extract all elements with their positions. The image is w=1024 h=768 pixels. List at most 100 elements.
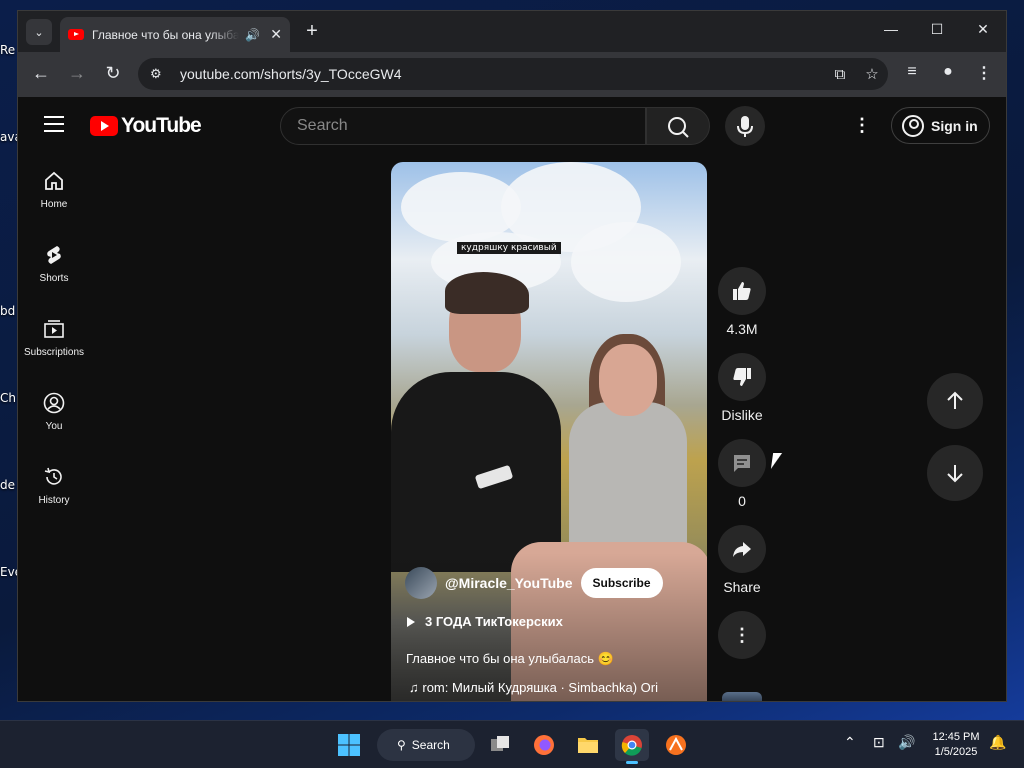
shorts-icon bbox=[47, 246, 61, 264]
youtube-logo-text: YouTube bbox=[121, 114, 202, 137]
app-taskbar-button[interactable] bbox=[659, 729, 693, 761]
taskbar-search[interactable]: ⚲ Search bbox=[377, 729, 475, 761]
install-app-icon[interactable]: ⧉ bbox=[824, 66, 856, 83]
playlist-link[interactable]: 3 ГОДА ТикТокерских bbox=[407, 614, 563, 629]
guide-item-shorts[interactable]: Shorts bbox=[18, 229, 90, 303]
firefox-taskbar-button[interactable] bbox=[527, 729, 561, 761]
file-explorer-taskbar-button[interactable] bbox=[571, 729, 605, 761]
next-short-button[interactable] bbox=[927, 445, 983, 501]
dislike-action: Dislike bbox=[717, 353, 767, 423]
playlist-name: 3 ГОДА ТикТокерских bbox=[425, 614, 563, 629]
you-icon bbox=[43, 392, 65, 414]
guide-label: History bbox=[38, 495, 70, 506]
share-action: Share bbox=[717, 525, 767, 595]
guide-label: Shorts bbox=[39, 273, 69, 284]
microphone-icon bbox=[737, 116, 753, 137]
share-label: Share bbox=[723, 579, 761, 595]
previous-short-button[interactable] bbox=[927, 373, 983, 429]
history-icon bbox=[44, 467, 62, 485]
desktop-icon-label[interactable]: Re bbox=[0, 43, 15, 57]
video-title[interactable]: Главное что бы она улыбалась 😊 bbox=[406, 651, 614, 667]
desktop-icon-label[interactable]: de bbox=[0, 478, 15, 492]
search-input[interactable]: Search bbox=[280, 107, 646, 145]
more-options-button[interactable]: ⋮ bbox=[718, 611, 766, 659]
task-view-button[interactable] bbox=[483, 729, 517, 761]
guide-item-subscriptions[interactable]: Subscriptions bbox=[18, 303, 90, 377]
youtube-page: YouTube Search ⋮ Sign in Home Shorts Sub… bbox=[18, 97, 1006, 701]
home-icon bbox=[45, 171, 63, 190]
reload-button[interactable]: ↻ bbox=[101, 63, 125, 84]
shorts-video-player[interactable]: кудряшку красивый @Miracle_YouTube Subsc… bbox=[391, 162, 707, 701]
minimize-button[interactable]: — bbox=[871, 21, 911, 37]
maximize-button[interactable]: ☐ bbox=[917, 21, 957, 38]
guide-label: You bbox=[45, 421, 63, 432]
desktop-icon-label[interactable]: Ch bbox=[0, 391, 16, 405]
guide-label: Home bbox=[40, 199, 68, 210]
windows-logo-icon bbox=[338, 734, 360, 756]
more-action: ⋮ bbox=[717, 611, 767, 659]
new-tab-button[interactable]: + bbox=[300, 20, 324, 44]
taskbar-search-label: Search bbox=[411, 738, 450, 752]
music-note-icon: ♫ bbox=[409, 680, 423, 695]
taskbar: ⚲ Search ⌃ ⊡ 🔊 12:45 PM 1/5/2025 🔔 bbox=[0, 720, 1024, 768]
sound-thumbnail[interactable] bbox=[722, 692, 762, 701]
sign-in-label: Sign in bbox=[931, 117, 978, 134]
tab-search-button[interactable]: ⌄ bbox=[26, 19, 52, 45]
video-frame-cloud bbox=[571, 222, 681, 302]
subscribe-button[interactable]: Subscribe bbox=[580, 568, 663, 598]
channel-avatar[interactable] bbox=[405, 567, 437, 599]
network-icon[interactable]: ⊡ bbox=[873, 734, 885, 751]
video-frame-figure bbox=[569, 402, 687, 552]
settings-dots-icon[interactable]: ⋮ bbox=[850, 113, 874, 137]
close-tab-icon[interactable]: ✕ bbox=[270, 26, 282, 43]
voice-search-button[interactable] bbox=[725, 106, 765, 146]
sign-in-button[interactable]: Sign in bbox=[891, 107, 990, 144]
browser-menu-icon[interactable]: ⋮ bbox=[972, 63, 996, 83]
channel-name[interactable]: @Miracle_YouTube bbox=[445, 575, 573, 591]
subscriptions-icon bbox=[44, 320, 64, 338]
guide-item-you[interactable]: You bbox=[18, 377, 90, 451]
folder-icon bbox=[578, 738, 598, 753]
start-button[interactable] bbox=[332, 729, 366, 761]
address-bar[interactable]: ⚙ youtube.com/shorts/3y_TOcceGW4 ⧉ ☆ bbox=[138, 58, 888, 90]
bookmark-star-icon[interactable]: ☆ bbox=[856, 65, 888, 83]
browser-toolbar: ← → ↻ ⚙ youtube.com/shorts/3y_TOcceGW4 ⧉… bbox=[18, 52, 1006, 97]
thumbs-up-icon bbox=[733, 282, 751, 300]
close-window-button[interactable]: ✕ bbox=[963, 21, 1003, 38]
chrome-icon bbox=[621, 735, 642, 756]
shorts-action-bar: 4.3M Dislike 0 Share ⋮ bbox=[717, 267, 767, 675]
dislike-button[interactable] bbox=[718, 353, 766, 401]
url-text[interactable]: youtube.com/shorts/3y_TOcceGW4 bbox=[180, 66, 824, 82]
guide-item-home[interactable]: Home bbox=[18, 155, 90, 229]
sound-link[interactable]: ♫ rom: Милый Кудряшка · Simbachka) Ori bbox=[409, 680, 658, 695]
site-info-icon[interactable]: ⚙ bbox=[150, 66, 170, 82]
share-button[interactable] bbox=[718, 525, 766, 573]
profile-icon[interactable]: ● bbox=[936, 63, 960, 81]
desktop-icon-label[interactable]: bd bbox=[0, 304, 15, 318]
video-text-caption: кудряшку красивый bbox=[457, 242, 561, 254]
like-count: 4.3M bbox=[726, 321, 758, 337]
notifications-bell-icon[interactable]: 🔔 bbox=[989, 734, 1006, 751]
youtube-logo[interactable]: YouTube bbox=[90, 114, 202, 138]
search-icon: ⚲ bbox=[397, 738, 406, 752]
like-button[interactable] bbox=[718, 267, 766, 315]
media-control-icon[interactable]: ≡ bbox=[900, 63, 924, 81]
speaker-icon[interactable]: 🔊 bbox=[245, 28, 260, 42]
back-button[interactable]: ← bbox=[29, 63, 53, 84]
clock-date: 1/5/2025 bbox=[934, 746, 978, 758]
taskbar-clock[interactable]: 12:45 PM 1/5/2025 bbox=[925, 730, 987, 760]
tab-active[interactable]: Главное что бы она улыбалась 🔊 ✕ bbox=[60, 17, 290, 52]
guide-item-history[interactable]: History bbox=[18, 451, 90, 525]
guide-menu-icon[interactable] bbox=[44, 116, 64, 132]
youtube-logo-icon bbox=[90, 116, 118, 136]
comments-button[interactable] bbox=[718, 439, 766, 487]
volume-icon[interactable]: 🔊 bbox=[898, 734, 915, 751]
show-hidden-icons-button[interactable]: ⌃ bbox=[844, 734, 856, 751]
guide-sidebar: Home Shorts Subscriptions You History bbox=[18, 155, 90, 525]
search-button[interactable] bbox=[646, 107, 710, 145]
chrome-taskbar-button[interactable] bbox=[615, 729, 649, 764]
forward-button[interactable]: → bbox=[65, 63, 89, 84]
active-app-indicator bbox=[626, 761, 638, 764]
title-bar: ⌄ Главное что бы она улыбалась 🔊 ✕ + — ☐… bbox=[18, 11, 1006, 52]
task-view-icon bbox=[491, 736, 509, 751]
